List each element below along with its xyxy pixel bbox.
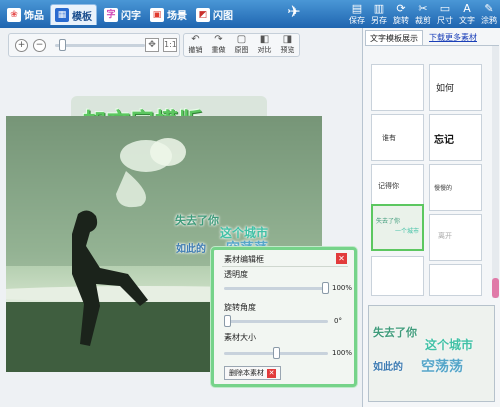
doodle-icon: ✎ <box>484 1 494 15</box>
zoom-in-icon[interactable]: + <box>15 39 28 52</box>
delete-material-button[interactable]: 删除本素材 ✕ <box>224 366 281 380</box>
template-preview: 失去了你 这个城市 如此的 空荡荡 <box>368 305 495 402</box>
save-as-icon: ▥ <box>373 1 385 15</box>
opacity-slider-knob[interactable] <box>322 282 329 294</box>
tab-label: 闪图 <box>213 11 233 22</box>
scene-icon: ▣ <box>150 7 164 22</box>
tab-label: 模板 <box>72 11 92 23</box>
tab-template-gallery[interactable]: 文字模板展示 <box>365 30 423 45</box>
template-thumb-selected[interactable]: 失去了你 一个城市 <box>371 204 424 251</box>
tab-label: 饰品 <box>24 11 44 22</box>
material-sidebar: 文字模板展示 下载更多素材 如何 谁有 忘记 记得你 慢慢的 失去了你 一个城市… <box>362 28 500 407</box>
top-toolbar: ❀ 饰品 ▦ 模板 字 闪字 ▣ 场景 ◩ 闪图 ✈ ▤ 保存 ▥ 另存 ⟳ 旋转 ✂… <box>0 0 500 28</box>
fit-icon[interactable]: ✥ <box>145 38 159 52</box>
text-icon: A <box>463 1 471 15</box>
ornament-icon: ❀ <box>7 7 21 22</box>
opacity-label: 透明度 <box>224 270 248 279</box>
template-thumb[interactable]: 慢慢的 <box>429 164 482 211</box>
tab-flash-text[interactable]: 字 闪字 <box>100 4 145 25</box>
material-edit-panel: 素材编辑框 ✕ 透明度 100% 旋转角度 0° 素材大小 100% 删除本素材… <box>211 247 357 387</box>
rotate-label: 旋转角度 <box>224 303 256 312</box>
preview-line-4: 空荡荡 <box>421 359 463 375</box>
close-icon[interactable]: ✕ <box>336 253 347 264</box>
crop-button[interactable]: ✂ 裁剪 <box>412 0 434 28</box>
preview-line-1: 失去了你 <box>373 326 417 339</box>
template-thumb[interactable]: 谁有 <box>371 114 424 161</box>
save-as-button[interactable]: ▥ 另存 <box>368 0 390 28</box>
overlay-line-3: 如此的 <box>176 244 206 255</box>
template-thumb[interactable] <box>371 256 424 296</box>
tab-label: 闪字 <box>121 11 141 22</box>
tab-ornament[interactable]: ❀ 饰品 <box>3 4 48 25</box>
sidebar-tabs: 文字模板展示 下载更多素材 <box>365 30 499 46</box>
scrollbar-thumb[interactable] <box>492 278 499 298</box>
redo-icon: ↷ <box>214 34 223 45</box>
original-button[interactable]: ▢ 原图 <box>230 34 253 56</box>
preview-line-2: 这个城市 <box>425 338 474 352</box>
flash-text-icon: 字 <box>104 7 118 22</box>
rotate-slider-knob[interactable] <box>224 315 231 327</box>
size-icon: ▭ <box>439 1 451 15</box>
panel-title: 素材编辑框 <box>224 255 264 264</box>
template-thumb[interactable]: 忘记 <box>429 114 482 161</box>
tab-flash-image[interactable]: ◩ 闪图 <box>192 4 237 25</box>
opacity-slider[interactable] <box>224 287 328 290</box>
preview-icon: ◨ <box>282 34 293 45</box>
preview-button[interactable]: ◨ 预览 <box>276 34 299 56</box>
opacity-value: 100% <box>332 284 353 292</box>
tab-scene[interactable]: ▣ 场景 <box>146 4 191 25</box>
divider <box>222 266 348 267</box>
crop-icon: ✂ <box>418 1 428 15</box>
zoom-toolbar: + − ✥ 1:1 <box>8 33 180 57</box>
original-icon: ▢ <box>236 34 247 45</box>
rotate-button[interactable]: ⟳ 旋转 <box>390 0 412 28</box>
tab-label: 场景 <box>167 11 187 22</box>
flash-image-icon: ◩ <box>196 7 210 22</box>
preview-line-3: 如此的 <box>373 362 403 373</box>
zoom-slider[interactable] <box>55 44 145 47</box>
template-icon: ▦ <box>55 8 69 22</box>
size-label: 素材大小 <box>224 333 256 342</box>
edit-toolbar: ↶ 撤销 ↷ 重做 ▢ 原图 ◧ 对比 ◨ 预览 <box>183 33 300 57</box>
delete-icon: ✕ <box>267 368 276 378</box>
rotate-slider[interactable] <box>224 320 328 323</box>
template-thumb[interactable]: 离开 <box>429 214 482 261</box>
tool-group: ▤ 保存 ▥ 另存 ⟳ 旋转 ✂ 裁剪 ▭ 尺寸 A 文字 ✎ 涂鸦 <box>346 0 500 28</box>
zoom-out-icon[interactable]: − <box>33 39 46 52</box>
app-logo-icon: ✈ <box>287 2 301 21</box>
download-more-link[interactable]: 下载更多素材 <box>425 30 481 45</box>
template-thumb[interactable] <box>429 264 482 296</box>
actual-size-icon[interactable]: 1:1 <box>163 38 177 52</box>
tab-template[interactable]: ▦ 模板 <box>50 4 97 25</box>
canvas-area: + − ✥ 1:1 ↶撤销 ↷重做 ▢原图 ◧对比 ◨预览 加文字模版 失去了你… <box>0 28 362 407</box>
sidebar-scrollbar[interactable] <box>492 46 499 298</box>
template-thumb[interactable] <box>371 64 424 111</box>
save-icon: ▤ <box>351 1 363 15</box>
compare-button[interactable]: ◧ 对比 <box>253 34 276 56</box>
compare-icon: ◧ <box>259 34 270 45</box>
text-button[interactable]: A 文字 <box>456 0 478 28</box>
zoom-slider-knob[interactable] <box>59 39 66 51</box>
doodle-button[interactable]: ✎ 涂鸦 <box>478 0 500 28</box>
rotate-icon: ⟳ <box>396 1 406 15</box>
size-slider-knob[interactable] <box>273 347 280 359</box>
undo-button[interactable]: ↶ 撤销 <box>184 34 207 56</box>
size-button[interactable]: ▭ 尺寸 <box>434 0 456 28</box>
rotate-value: 0° <box>334 317 342 325</box>
template-thumb[interactable]: 如何 <box>429 64 482 111</box>
size-value: 100% <box>332 349 353 357</box>
save-button[interactable]: ▤ 保存 <box>346 0 368 28</box>
undo-icon: ↶ <box>191 34 200 45</box>
overlay-line-1: 失去了你 <box>175 214 219 227</box>
redo-button[interactable]: ↷ 重做 <box>207 34 230 56</box>
